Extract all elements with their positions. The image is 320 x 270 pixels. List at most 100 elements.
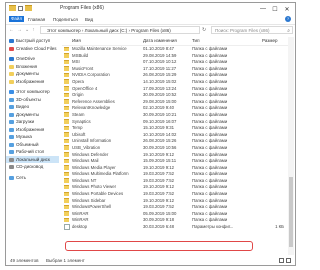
nav-item[interactable]: OneDrive (6, 55, 59, 63)
file-row[interactable]: WindowsPowerShell 19.03.2019 7:52 Папка с … (62, 203, 286, 210)
nav-item[interactable]: Объемный (6, 141, 59, 149)
file-row[interactable]: Windows NT 19.03.2019 7:52 Папка с файлами (62, 177, 286, 184)
nav-item-label: CD-дисковод (16, 164, 44, 169)
nav-item[interactable]: Этот компьютер (6, 88, 59, 96)
file-name: Windows Defender (72, 151, 109, 157)
file-name: NVIDIA Corporation (72, 72, 110, 78)
file-row[interactable]: Synaptics 09.10.2019 16:07 Папка с файлами (62, 118, 286, 125)
properties-icon[interactable] (18, 5, 23, 11)
new-folder-icon[interactable] (25, 5, 32, 11)
file-row[interactable]: Steam 30.09.2019 10:21 Папка с файлами (62, 111, 286, 118)
details-view-icon[interactable] (279, 258, 284, 263)
nav-item-icon (9, 175, 14, 180)
file-row[interactable]: Windows Photo Viewer 19.10.2019 9:12 Папка… (62, 183, 286, 190)
address-path[interactable]: Этот компьютер › Локальный диск (C:) › P… (40, 26, 200, 34)
column-name[interactable]: Имя (72, 38, 81, 43)
file-row[interactable]: Reference Assemblies 29.08.2019 15:00 Папк… (62, 98, 286, 105)
file-row[interactable]: WinRAR 05.09.2019 15:00 Папка с файлами (62, 210, 286, 217)
highlight-frame (65, 241, 253, 251)
nav-item[interactable]: Видео (6, 103, 59, 111)
nav-item[interactable]: Музыка (6, 133, 59, 141)
scrollbar-thumb[interactable] (289, 177, 293, 247)
nav-item[interactable]: CD-дисковод (6, 163, 59, 171)
nav-item[interactable]: Изображения (6, 126, 59, 134)
column-size[interactable]: Размер (262, 38, 277, 43)
nav-item[interactable]: Рабочий стол (6, 148, 59, 156)
file-row[interactable]: OpenOffice 4 17.09.2019 13:24 Папка с файл… (62, 85, 286, 92)
folder-icon (64, 99, 69, 104)
file-row[interactable]: MusicFront 17.10.2019 11:27 Папка с файлам… (62, 65, 286, 72)
column-date[interactable]: Дата изменения (143, 38, 177, 43)
file-row[interactable]: Windows Multimedia Platform 19.03.2019 7:… (62, 170, 286, 177)
close-button[interactable]: ✕ (281, 3, 293, 15)
file-name: Ubisoft (72, 131, 86, 137)
tab-file[interactable]: Файл (9, 16, 25, 22)
file-row[interactable]: NVIDIA Corporation 26.08.2019 15:29 Папка … (62, 71, 286, 78)
tab-share[interactable]: Поделиться (53, 17, 78, 22)
folder-icon (9, 5, 16, 11)
help-icon[interactable]: ? (285, 16, 291, 22)
file-row[interactable]: Origin 30.09.2019 10:52 Папка с файлами (62, 91, 286, 98)
column-type[interactable]: Тип (192, 38, 200, 43)
nav-item[interactable]: Изображения (6, 78, 59, 86)
nav-item[interactable]: Загрузки (6, 118, 59, 126)
large-icons-view-icon[interactable] (286, 258, 291, 263)
file-row[interactable]: RelevantKnowledge 02.10.2019 9:40 Папка с … (62, 104, 286, 111)
file-row[interactable]: Windows Portable Devices 19.03.2019 7:52 П… (62, 190, 286, 197)
nav-item[interactable]: 3D-объекты (6, 96, 59, 104)
file-row[interactable]: WinRAR 30.09.2019 9:18 Папка с файлами (62, 216, 286, 223)
refresh-icon[interactable]: ↻ (202, 27, 206, 33)
explorer-window: Program Files (x86) — ☐ ✕ Файл Главная П… (5, 2, 296, 266)
file-name: OpenOffice 4 (72, 85, 98, 91)
search-input[interactable]: Поиск: Program Files (x86) ⌕ (211, 26, 293, 34)
file-row[interactable]: desktop 30.03.2019 6:48 Параметры конфиг..… (62, 223, 286, 231)
vertical-scrollbar[interactable] (288, 37, 294, 255)
file-date: 29.08.2019 14:59 (143, 52, 177, 58)
recent-locations-icon[interactable]: ⌄ (25, 27, 29, 33)
file-date: 09.10.2019 16:07 (143, 118, 177, 124)
file-type: Папка с файлами (192, 72, 228, 78)
file-row[interactable]: Windows Sidebar 19.10.2019 9:12 Папка с фа… (62, 197, 286, 204)
minimize-button[interactable]: — (257, 3, 269, 15)
file-date: 10.10.2019 14:02 (143, 131, 177, 137)
tab-home[interactable]: Главная (28, 17, 45, 22)
forward-arrow-icon[interactable]: → (17, 27, 22, 33)
nav-item[interactable]: Сеть (6, 174, 59, 182)
file-date: 19.03.2019 7:52 (143, 191, 175, 197)
file-row[interactable]: Windows Defender 19.10.2019 9:12 Папка с ф… (62, 151, 286, 158)
maximize-button[interactable]: ☐ (269, 3, 281, 15)
file-name: WindowsPowerShell (72, 204, 112, 210)
up-arrow-icon[interactable]: ↑ (32, 27, 35, 33)
file-name: Steam (72, 111, 85, 117)
back-arrow-icon[interactable]: ← (9, 27, 14, 33)
nav-item-icon (9, 72, 14, 76)
file-row[interactable]: Mozilla Maintenance Service 01.10.2019 8:… (62, 45, 286, 52)
nav-item[interactable]: Локальный диск (6, 155, 59, 163)
nav-item[interactable]: Creative Cloud Files (6, 45, 59, 53)
file-type: Папка с файлами (192, 204, 228, 210)
file-row[interactable]: Ubisoft 10.10.2019 14:02 Папка с файлами (62, 131, 286, 138)
file-rows: Mozilla Maintenance Service 01.10.2019 8:… (62, 45, 286, 231)
file-row[interactable]: Opera 14.10.2019 15:02 Папка с файлами (62, 78, 286, 85)
file-row[interactable]: MSBuild 29.08.2019 14:59 Папка с файлами (62, 52, 286, 59)
nav-item[interactable]: Вложения (6, 63, 59, 71)
window-title: Program Files (x86) (60, 5, 104, 11)
folder-icon (64, 138, 69, 144)
nav-item-icon (9, 165, 14, 169)
nav-item[interactable]: Быстрый доступ (6, 37, 59, 45)
file-row[interactable]: Uninstall Information 26.08.2019 15:26 Пап… (62, 137, 286, 144)
file-row[interactable]: Temp 15.10.2019 9:31 Папка с файлами (62, 124, 286, 131)
file-row[interactable]: USB_Vibration 30.09.2019 10:56 Папка с фай… (62, 144, 286, 151)
file-name: Windows Mail (72, 158, 99, 164)
file-row[interactable]: Windows Mail 15.09.2019 15:11 Папка с файл… (62, 157, 286, 164)
file-type: Параметры конфиг... (192, 224, 234, 230)
nav-item-label: Вложения (16, 63, 38, 69)
nav-item[interactable]: Документы (6, 111, 59, 119)
view-buttons (279, 258, 291, 263)
tab-view[interactable]: Вид (85, 17, 93, 22)
file-name: desktop (72, 224, 88, 230)
nav-item[interactable]: Документы (6, 70, 59, 78)
file-row[interactable]: Windows Media Player 19.10.2019 9:12 Папка… (62, 164, 286, 171)
file-row[interactable]: MSI 07.10.2019 10:12 Папка с файлами (62, 58, 286, 65)
folder-icon (64, 211, 69, 216)
